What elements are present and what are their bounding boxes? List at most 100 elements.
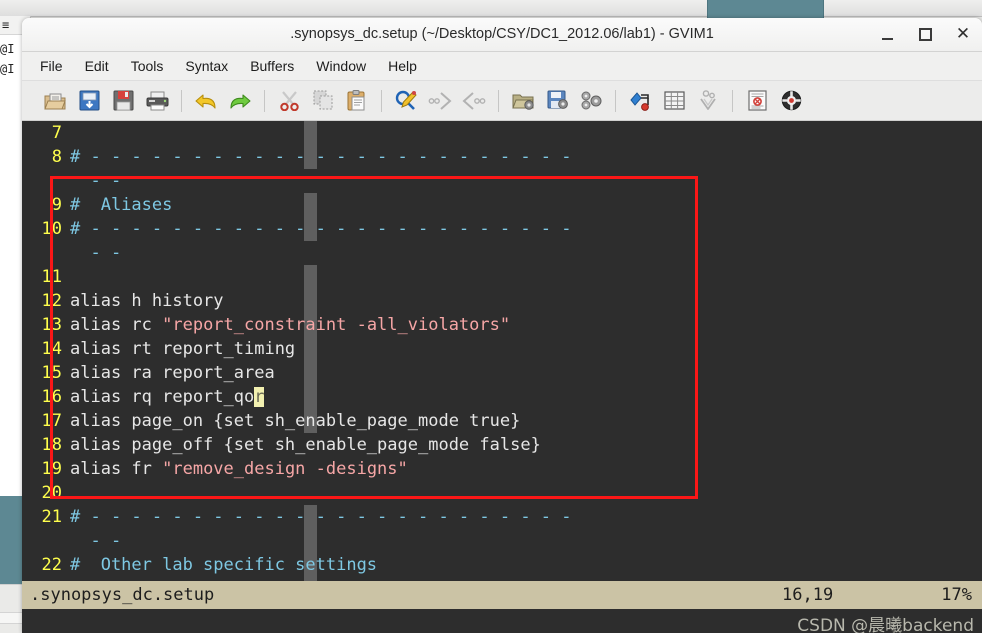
- toolbar-make-button[interactable]: [623, 85, 657, 117]
- line-number: 19: [41, 459, 62, 479]
- code-token: # - - - - - - - - - - - - - - - - - - - …: [70, 219, 572, 239]
- code-line[interactable]: 7: [22, 121, 982, 145]
- menu-tools[interactable]: Tools: [121, 55, 174, 77]
- menu-buffers[interactable]: Buffers: [240, 55, 304, 77]
- toolbar-separator-5: [615, 89, 616, 112]
- code-line[interactable]: 15 alias ra report_area: [22, 361, 982, 385]
- status-scroll-percent: 17%: [941, 585, 972, 605]
- find-magnifier-icon: [395, 90, 417, 110]
- toolbar-shell-button[interactable]: [657, 85, 691, 117]
- code-line[interactable]: 18 alias page_off {set sh_enable_page_mod…: [22, 433, 982, 457]
- code-line[interactable]: 9 # Aliases: [22, 193, 982, 217]
- code-line[interactable]: 8 # - - - - - - - - - - - - - - - - - - -…: [22, 145, 982, 169]
- toolbar-help-button[interactable]: [740, 85, 774, 117]
- code-line[interactable]: 10 # - - - - - - - - - - - - - - - - - - …: [22, 217, 982, 241]
- toolbar-load-session-button[interactable]: [506, 85, 540, 117]
- toolbar-undo-button[interactable]: [189, 85, 223, 117]
- line-number: 9: [51, 195, 62, 215]
- code-text: # - - - - - - - - - - - - - - - - - - - …: [62, 505, 572, 529]
- code-token: alias h history: [70, 291, 224, 311]
- toolbar-find-prev-button[interactable]: [457, 85, 491, 117]
- code-line[interactable]: 22 # Other lab specific settings: [22, 553, 982, 577]
- toolbar-paste-button[interactable]: [340, 85, 374, 117]
- command-line[interactable]: CSDN @晨曦backend: [22, 609, 982, 633]
- code-token: alias page_on {set sh_enable_page_mode t…: [70, 411, 521, 431]
- toolbar-copy-button[interactable]: [306, 85, 340, 117]
- help-lifebuoy-icon: [781, 90, 801, 111]
- code-text: alias h history: [62, 289, 224, 313]
- toolbar: [22, 81, 982, 121]
- code-line[interactable]: 11: [22, 265, 982, 289]
- toolbar-separator-2: [264, 89, 265, 112]
- toolbar-run-script-button[interactable]: [574, 85, 608, 117]
- find-next-icon: [428, 91, 452, 110]
- toolbar-save-all-button[interactable]: [106, 85, 140, 117]
- code-line[interactable]: 14 alias rt report_timing: [22, 337, 982, 361]
- find-prev-icon: [462, 91, 486, 110]
- menu-file[interactable]: File: [30, 55, 73, 77]
- code-line[interactable]: 13 alias rc "report_constraint -all_viola…: [22, 313, 982, 337]
- line-number: 7: [51, 123, 62, 143]
- toolbar-save-button[interactable]: [72, 85, 106, 117]
- code-line[interactable]: - -: [22, 529, 982, 553]
- code-text: alias rq report_qor: [62, 385, 265, 409]
- code-line[interactable]: - -: [22, 169, 982, 193]
- code-token: # Aliases: [70, 195, 173, 215]
- close-icon: ✕: [955, 24, 971, 44]
- editor-area[interactable]: 7 8 # - - - - - - - - - - - - - - - - - - …: [22, 121, 982, 581]
- line-number: 20: [41, 483, 62, 503]
- toolbar-redo-button[interactable]: [223, 85, 257, 117]
- line-number: 11: [41, 267, 62, 287]
- maximize-icon: [918, 28, 932, 41]
- toolbar-find-button[interactable]: [389, 85, 423, 117]
- code-text: # Aliases: [62, 193, 172, 217]
- code-token: - -: [70, 171, 122, 191]
- run-script-icon: [581, 91, 601, 110]
- code-token: "report_constraint -all_violators": [162, 315, 511, 335]
- toolbar-make-tags-button[interactable]: [691, 85, 725, 117]
- line-number: 13: [41, 315, 62, 335]
- window-controls: ✕: [878, 18, 976, 51]
- code-line[interactable]: 21 # - - - - - - - - - - - - - - - - - - …: [22, 505, 982, 529]
- toolbar-cut-button[interactable]: [272, 85, 306, 117]
- status-line: .synopsys_dc.setup 16,19 17%: [22, 581, 982, 609]
- maximize-button[interactable]: [916, 26, 934, 44]
- code-token: # - - - - - - - - - - - - - - - - - - - …: [70, 147, 572, 167]
- code-text: # - - - - - - - - - - - - - - - - - - - …: [62, 217, 572, 241]
- code-line[interactable]: 12 alias h history: [22, 289, 982, 313]
- code-token: "remove_design -designs": [162, 459, 408, 479]
- code-line[interactable]: 16 alias rq report_qor: [22, 385, 982, 409]
- line-number: 10: [41, 219, 62, 239]
- line-number: 18: [41, 435, 62, 455]
- menu-help[interactable]: Help: [378, 55, 427, 77]
- line-number: 12: [41, 291, 62, 311]
- toolbar-print-button[interactable]: [140, 85, 174, 117]
- menu-window[interactable]: Window: [306, 55, 376, 77]
- code-text: # - - - - - - - - - - - - - - - - - - - …: [62, 145, 572, 169]
- code-line[interactable]: 19 alias fr "remove_design -designs": [22, 457, 982, 481]
- code-token: alias ra report_area: [70, 363, 275, 383]
- close-button[interactable]: ✕: [954, 26, 972, 44]
- code-line[interactable]: 17 alias page_on {set sh_enable_page_mode…: [22, 409, 982, 433]
- toolbar-find-help-button[interactable]: [774, 85, 808, 117]
- help-book-icon: [747, 90, 767, 111]
- toolbar-open-button[interactable]: [38, 85, 72, 117]
- undo-arrow-icon: [195, 93, 216, 109]
- code-line[interactable]: - -: [22, 241, 982, 265]
- line-number: 15: [41, 363, 62, 383]
- menu-syntax[interactable]: Syntax: [175, 55, 238, 77]
- toolbar-save-session-button[interactable]: [540, 85, 574, 117]
- code-line[interactable]: 20: [22, 481, 982, 505]
- line-number: 22: [41, 555, 62, 575]
- code-text: - -: [62, 169, 121, 193]
- code-token: alias page_off {set sh_enable_page_mode …: [70, 435, 541, 455]
- status-filename: .synopsys_dc.setup: [30, 585, 215, 605]
- redo-arrow-icon: [230, 93, 251, 109]
- toolbar-find-next-button[interactable]: [423, 85, 457, 117]
- code-text: # Other lab specific settings: [62, 553, 377, 577]
- menu-edit[interactable]: Edit: [75, 55, 119, 77]
- desktop-active-window-tab[interactable]: [707, 0, 824, 18]
- toolbar-separator-6: [732, 89, 733, 112]
- minimize-button[interactable]: [878, 26, 896, 44]
- make-build-icon: [630, 92, 649, 111]
